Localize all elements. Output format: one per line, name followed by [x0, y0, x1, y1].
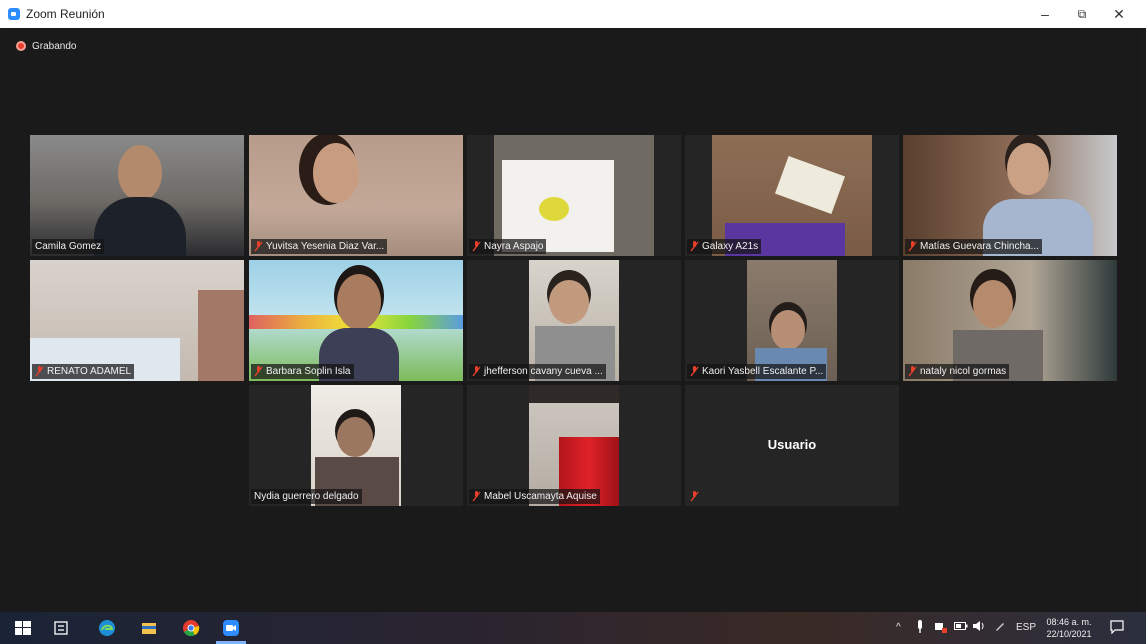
battery-icon[interactable]	[954, 621, 968, 634]
muted-mic-icon	[472, 491, 481, 502]
participant-name-label: Kaori Yasbell Escalante P...	[687, 364, 827, 379]
room-wall	[198, 290, 244, 381]
clock-time: 08:46 a. m.	[1046, 617, 1092, 627]
minimize-button[interactable]: –	[1030, 4, 1060, 24]
video-tile[interactable]: Mabel Uscamayta Aquise	[467, 385, 681, 506]
recording-indicator[interactable]: Grabando	[16, 38, 76, 54]
participant-name-label: Matías Guevara Chincha...	[905, 239, 1042, 254]
muted-mic-icon	[472, 366, 481, 377]
video-off-username: Usuario	[767, 437, 817, 452]
windows-start-icon[interactable]	[14, 619, 32, 637]
restore-button[interactable]: ⧉	[1067, 4, 1097, 24]
ceiling	[529, 385, 619, 403]
volume-icon[interactable]	[972, 620, 986, 635]
video-tile[interactable]: Kaori Yasbell Escalante P...	[685, 260, 899, 381]
microphone-icon[interactable]	[916, 620, 924, 637]
video-tile[interactable]: Galaxy A21s	[685, 135, 899, 256]
participant-face	[1007, 143, 1049, 195]
window-title: Zoom Reunión	[26, 7, 105, 21]
participant-face	[118, 145, 162, 201]
video-tile[interactable]: Matías Guevara Chincha...	[903, 135, 1117, 256]
muted-mic-icon	[254, 366, 263, 377]
video-tile[interactable]: RENATO ADAMEL	[30, 260, 244, 381]
close-button[interactable]: ✕	[1104, 4, 1134, 24]
flower-center	[539, 197, 569, 221]
participant-name-label: Galaxy A21s	[687, 239, 762, 254]
title-bar: Zoom Reunión – ⧉ ✕	[0, 0, 1146, 28]
video-tile[interactable]: Barbara Soplin Isla	[249, 260, 463, 381]
participant-face	[549, 280, 589, 324]
participant-name-label	[687, 489, 705, 504]
recording-label: Grabando	[32, 40, 77, 52]
participant-name-label: Mabel Uscamayta Aquise	[469, 489, 600, 504]
participant-face	[771, 310, 805, 350]
zoom-app-icon	[8, 8, 20, 20]
muted-mic-icon	[908, 366, 917, 377]
file-explorer-icon[interactable]	[140, 619, 158, 637]
participant-name-label: RENATO ADAMEL	[32, 364, 135, 379]
participant-body	[94, 197, 186, 256]
muted-mic-icon	[254, 241, 263, 252]
video-tile[interactable]: nataly nicol gormas	[903, 260, 1117, 381]
video-tile[interactable]: Usuario	[685, 385, 899, 506]
chrome-icon[interactable]	[182, 619, 200, 637]
participant-face	[313, 143, 359, 203]
recording-icon	[16, 41, 26, 51]
participant-name-label: Yuvitsa Yesenia Diaz Var...	[251, 239, 388, 254]
muted-mic-icon	[472, 241, 481, 252]
video-tile[interactable]: Nayra Aspajo	[467, 135, 681, 256]
clock-date: 22/10/2021	[1046, 629, 1092, 639]
muted-mic-icon	[908, 241, 917, 252]
muted-mic-icon	[690, 366, 699, 377]
clock[interactable]: 08:46 a. m. 22/10/2021	[1041, 616, 1097, 640]
task-view-icon[interactable]	[52, 619, 70, 637]
participant-face	[973, 280, 1013, 328]
tray-chevron[interactable]: ^	[896, 622, 901, 633]
video-tile[interactable]: Nydia guerrero delgado	[249, 385, 463, 506]
muted-mic-icon	[690, 491, 699, 502]
participant-name-label: Camila Gomez	[32, 239, 105, 254]
edge-icon[interactable]	[98, 619, 116, 637]
notifications-icon[interactable]	[1110, 620, 1124, 637]
participant-face	[337, 274, 381, 330]
pen-icon[interactable]	[994, 620, 1006, 635]
network-icon[interactable]	[934, 620, 948, 637]
participant-name-label: nataly nicol gormas	[905, 364, 1010, 379]
muted-mic-icon	[35, 366, 44, 377]
language-indicator[interactable]: ESP	[1016, 622, 1036, 633]
video-tile[interactable]: jhefferson cavany cueva ...	[467, 260, 681, 381]
video-tile[interactable]: Camila Gomez	[30, 135, 244, 256]
participant-name-label: jhefferson cavany cueva ...	[469, 364, 606, 379]
participant-name-label: Nayra Aspajo	[469, 239, 547, 254]
participant-name-label: Barbara Soplin Isla	[251, 364, 354, 379]
windows-taskbar: ^ ESP 08:46 a. m. 22/10/2021	[0, 612, 1146, 644]
video-tile[interactable]: Yuvitsa Yesenia Diaz Var...	[249, 135, 463, 256]
participant-video	[249, 135, 463, 256]
participant-name-label: Nydia guerrero delgado	[251, 489, 362, 504]
participant-face	[337, 417, 373, 457]
zoom-icon[interactable]	[222, 619, 240, 637]
muted-mic-icon	[690, 241, 699, 252]
